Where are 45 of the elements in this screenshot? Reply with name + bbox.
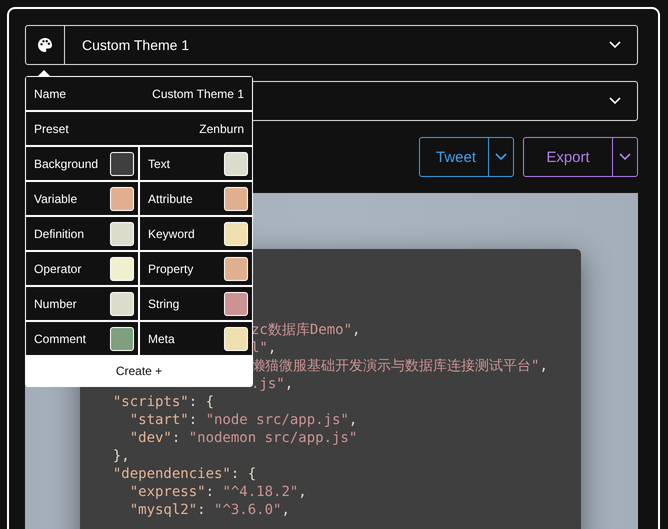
- color-label: Comment: [34, 332, 86, 346]
- color-label: Operator: [34, 262, 82, 276]
- color-label: Keyword: [148, 226, 195, 240]
- color-swatch[interactable]: [224, 256, 248, 280]
- color-label: Text: [148, 156, 170, 170]
- color-swatch[interactable]: [110, 326, 134, 350]
- color-swatch[interactable]: [110, 186, 134, 210]
- color-swatch[interactable]: [110, 292, 134, 316]
- palette-icon: [37, 37, 53, 53]
- color-label: Number: [34, 296, 77, 310]
- theme-select-value: Custom Theme 1: [81, 37, 190, 53]
- color-swatch[interactable]: [224, 152, 248, 176]
- color-swatch[interactable]: [224, 326, 248, 350]
- color-label: Definition: [34, 226, 84, 240]
- field-label: Name: [34, 86, 66, 100]
- theme-name-field[interactable]: Custom Theme 1: [152, 86, 244, 100]
- code-line: l",: [251, 339, 276, 357]
- color-label: Background: [34, 156, 98, 170]
- color-swatch[interactable]: [110, 256, 134, 280]
- chevron-down-icon: [609, 97, 621, 105]
- chevron-down-icon: [609, 41, 621, 49]
- chevron-down-icon: [619, 153, 631, 161]
- code-line: },: [112, 447, 130, 465]
- code-line: "express": "^4.18.2",: [128, 483, 307, 501]
- color-swatch[interactable]: [224, 222, 248, 246]
- code-line: "start": "node src/app.js",: [128, 411, 358, 429]
- color-swatch[interactable]: [110, 152, 134, 176]
- code-line: .js",: [251, 375, 294, 393]
- code-line: "mysql2": "^3.6.0",: [128, 501, 290, 519]
- theme-select[interactable]: Custom Theme 1: [25, 25, 638, 65]
- code-line: "dependencies": {: [112, 465, 256, 483]
- color-label: Attribute: [148, 192, 193, 206]
- color-label: Variable: [34, 192, 78, 206]
- field-label: Preset: [34, 122, 69, 136]
- preset-select[interactable]: Zenburn: [199, 122, 244, 136]
- color-swatch[interactable]: [224, 186, 248, 210]
- color-swatch[interactable]: [224, 292, 248, 316]
- code-line: zc数据库Demo",: [251, 321, 360, 339]
- color-label: Property: [148, 262, 194, 276]
- color-swatch[interactable]: [110, 222, 134, 246]
- code-line: "scripts": {: [112, 393, 214, 411]
- color-label: Meta: [148, 332, 175, 346]
- color-label: String: [148, 296, 180, 310]
- chevron-down-icon: [495, 153, 507, 161]
- code-line: "dev": "nodemon src/app.js": [128, 429, 358, 447]
